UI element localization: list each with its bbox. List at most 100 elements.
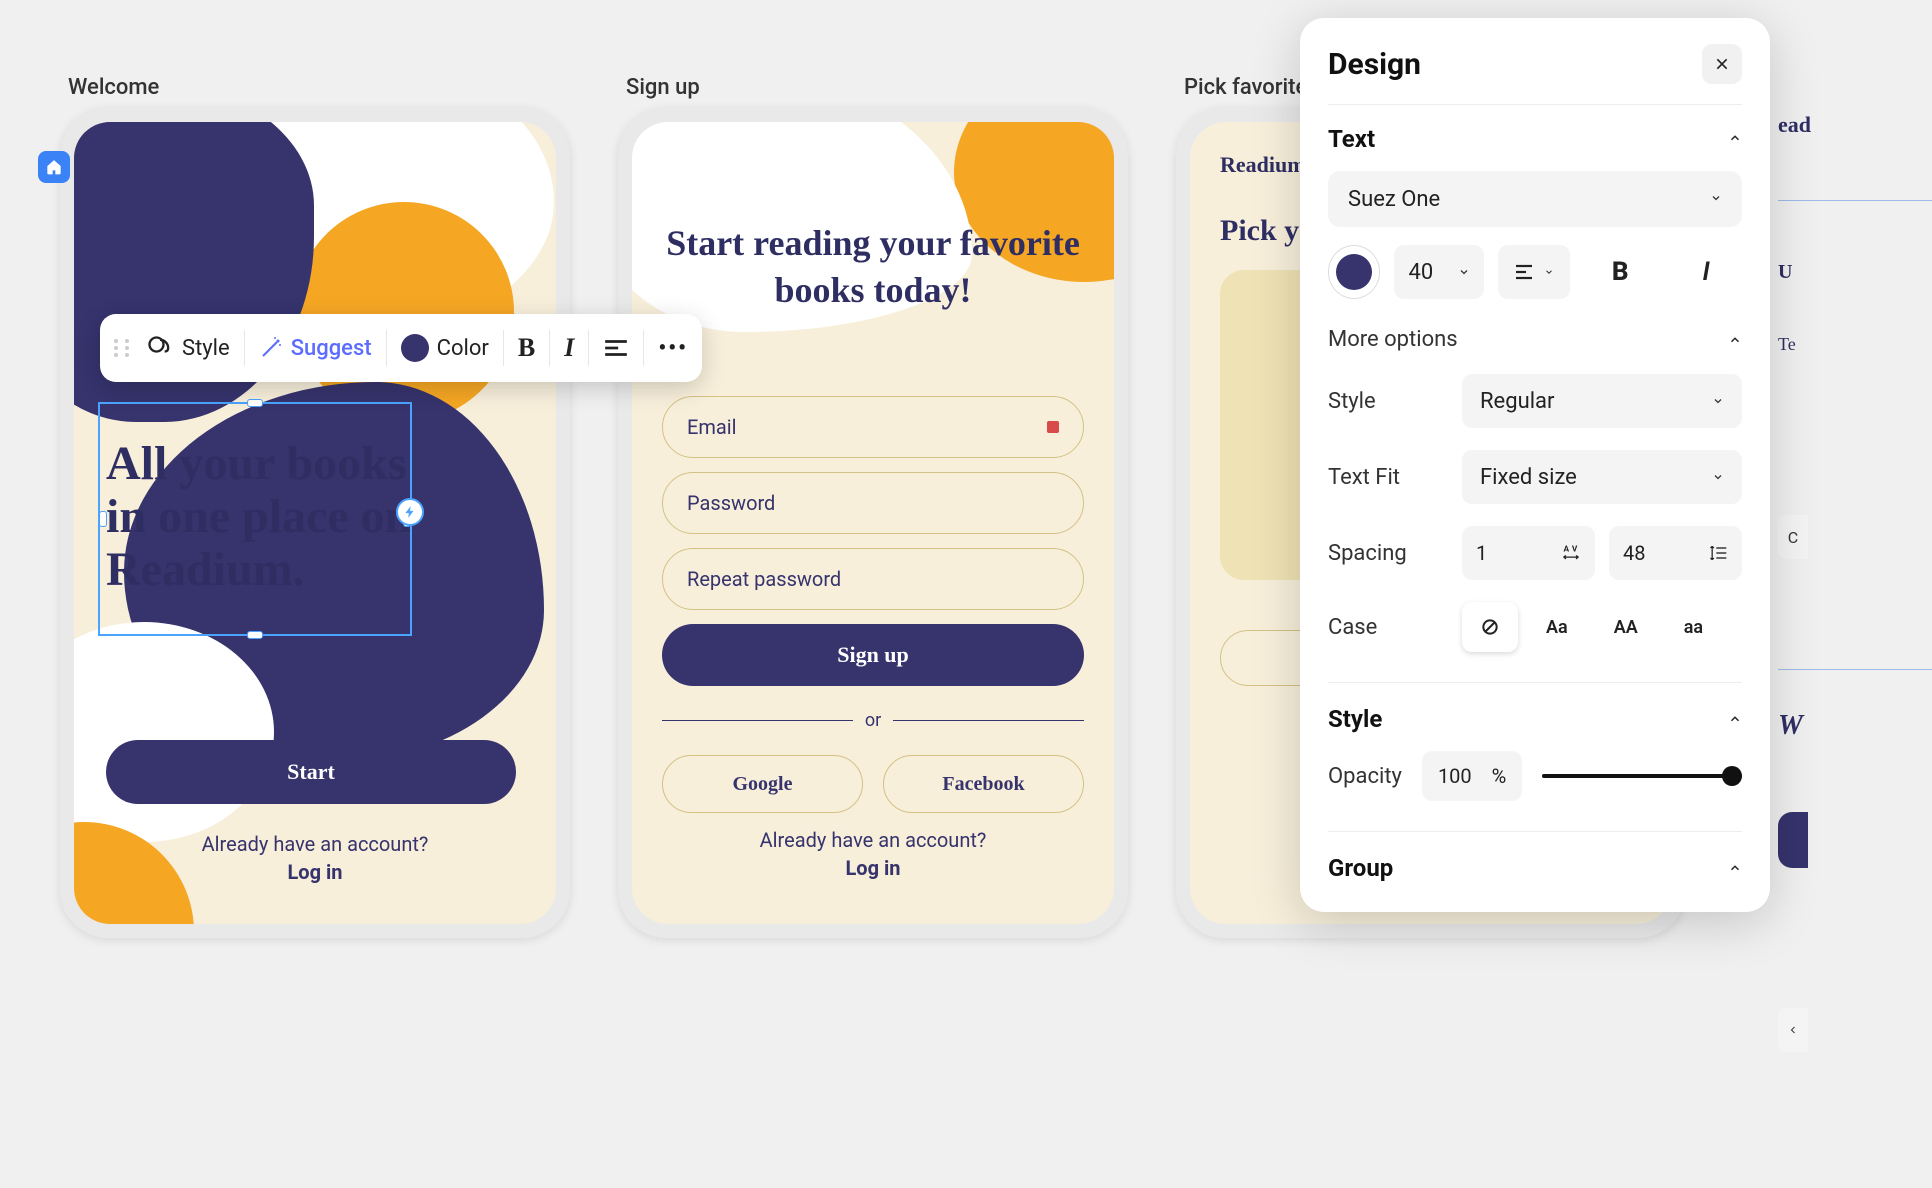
- case-none-button[interactable]: [1462, 602, 1518, 652]
- svg-text:A: A: [1564, 544, 1570, 554]
- case-upper-button[interactable]: AA: [1596, 602, 1656, 652]
- section-style-label: Style: [1328, 705, 1382, 733]
- chevron-down-icon: [1544, 267, 1554, 277]
- divider: [1328, 682, 1742, 683]
- text-align-button[interactable]: [1498, 245, 1570, 299]
- peek-chevron[interactable]: [1778, 1008, 1808, 1052]
- more-button[interactable]: •••: [658, 336, 688, 361]
- section-style-header[interactable]: Style: [1328, 705, 1742, 733]
- signup-button[interactable]: Sign up: [662, 624, 1084, 686]
- panel-title: Design: [1328, 47, 1421, 82]
- color-swatch: [401, 334, 429, 362]
- screen-label-welcome[interactable]: Welcome: [68, 75, 159, 100]
- login-link[interactable]: Log in: [632, 856, 1114, 880]
- line-height-input[interactable]: 48: [1609, 526, 1742, 580]
- opacity-slider[interactable]: [1542, 774, 1742, 778]
- floating-toolbar: Style Suggest Color B I •••: [100, 314, 702, 382]
- chevron-up-icon: [1728, 861, 1742, 875]
- palette-icon: [146, 334, 174, 362]
- resize-handle-left[interactable]: [99, 511, 107, 527]
- chevron-down-icon: [1712, 471, 1724, 483]
- slider-knob[interactable]: [1722, 766, 1742, 786]
- drag-handle-icon[interactable]: [114, 339, 132, 357]
- start-button[interactable]: Start: [106, 740, 516, 804]
- italic-button[interactable]: I: [1670, 245, 1742, 299]
- case-title-button[interactable]: Aa: [1528, 602, 1586, 652]
- style-label: Style: [1328, 389, 1448, 414]
- bold-button[interactable]: B: [518, 333, 535, 363]
- or-text: or: [865, 710, 881, 731]
- more-options-toggle[interactable]: More options: [1328, 327, 1742, 352]
- password-field[interactable]: Password: [662, 472, 1084, 534]
- section-text-label: Text: [1328, 125, 1375, 153]
- chevron-down-icon: [1458, 266, 1470, 278]
- opacity-input[interactable]: 100 %: [1422, 751, 1522, 801]
- chevron-down-icon: [1712, 395, 1724, 407]
- quick-action-dot[interactable]: [396, 498, 424, 526]
- screen-label-pick[interactable]: Pick favorite: [1184, 75, 1307, 100]
- peek-wa: W: [1778, 710, 1932, 742]
- chevron-up-icon: [1728, 333, 1742, 347]
- font-size-value: 40: [1408, 260, 1433, 285]
- facebook-button[interactable]: Facebook: [883, 755, 1084, 813]
- already-have-account-text: Already have an account?: [632, 828, 1114, 852]
- email-placeholder: Email: [687, 415, 737, 439]
- design-panel: Design Text Suez One 40: [1300, 18, 1770, 912]
- style-button[interactable]: Style: [146, 334, 230, 362]
- close-button[interactable]: [1702, 44, 1742, 84]
- divider: [1328, 831, 1742, 832]
- text-fit-select[interactable]: Fixed size: [1462, 450, 1742, 504]
- section-text-header[interactable]: Text: [1328, 125, 1742, 153]
- toolbar-separator: [549, 330, 550, 366]
- color-button[interactable]: Color: [401, 334, 489, 362]
- letter-spacing-icon: A V: [1561, 543, 1581, 563]
- email-field[interactable]: Email: [662, 396, 1084, 458]
- chevron-up-icon: [1728, 130, 1742, 149]
- peek-pill[interactable]: C: [1778, 515, 1808, 559]
- italic-button[interactable]: I: [564, 333, 574, 363]
- svg-text:V: V: [1572, 544, 1578, 554]
- resize-handle-bottom[interactable]: [247, 631, 263, 639]
- font-family-value: Suez One: [1348, 187, 1440, 212]
- signup-form: Email Password Repeat password Sign up o…: [662, 396, 1084, 813]
- suggest-button[interactable]: Suggest: [259, 336, 372, 361]
- align-button[interactable]: [603, 338, 629, 358]
- or-divider: or: [662, 710, 1084, 731]
- chevron-up-icon: [1728, 712, 1742, 726]
- wand-icon: [259, 336, 283, 360]
- divider: [1328, 104, 1742, 105]
- text-fit-value: Fixed size: [1480, 465, 1577, 490]
- home-badge[interactable]: [38, 151, 70, 183]
- toolbar-separator: [244, 330, 245, 366]
- peek-brand: ead: [1778, 100, 1932, 150]
- color-label: Color: [437, 336, 489, 361]
- resize-handle-top[interactable]: [247, 399, 263, 407]
- text-color-button[interactable]: [1328, 245, 1380, 299]
- section-group-header[interactable]: Group: [1328, 854, 1742, 882]
- screen-label-signup[interactable]: Sign up: [626, 75, 700, 100]
- suggest-label: Suggest: [291, 336, 372, 361]
- google-button[interactable]: Google: [662, 755, 863, 813]
- selection-outline[interactable]: [98, 402, 412, 636]
- font-family-select[interactable]: Suez One: [1328, 171, 1742, 227]
- welcome-footer: Already have an account? Log in: [74, 832, 556, 884]
- already-have-account-text: Already have an account?: [74, 832, 556, 856]
- login-link[interactable]: Log in: [74, 860, 556, 884]
- align-left-icon: [1514, 263, 1538, 281]
- color-swatch: [1336, 254, 1372, 290]
- toolbar-separator: [503, 330, 504, 366]
- case-lower-button[interactable]: aa: [1666, 602, 1721, 652]
- case-label: Case: [1328, 615, 1448, 640]
- repeat-password-field[interactable]: Repeat password: [662, 548, 1084, 610]
- peek-u: U: [1778, 261, 1932, 284]
- font-size-select[interactable]: 40: [1394, 245, 1484, 299]
- style-label: Style: [182, 336, 230, 361]
- bold-button[interactable]: B: [1584, 245, 1656, 299]
- letter-spacing-value: 1: [1476, 541, 1487, 565]
- signup-title[interactable]: Start reading your favorite books today!: [632, 220, 1114, 314]
- toolbar-separator: [386, 330, 387, 366]
- password-placeholder: Password: [687, 491, 775, 515]
- frame-signup[interactable]: Start reading your favorite books today!…: [618, 108, 1128, 938]
- letter-spacing-input[interactable]: 1 A V: [1462, 526, 1595, 580]
- font-style-select[interactable]: Regular: [1462, 374, 1742, 428]
